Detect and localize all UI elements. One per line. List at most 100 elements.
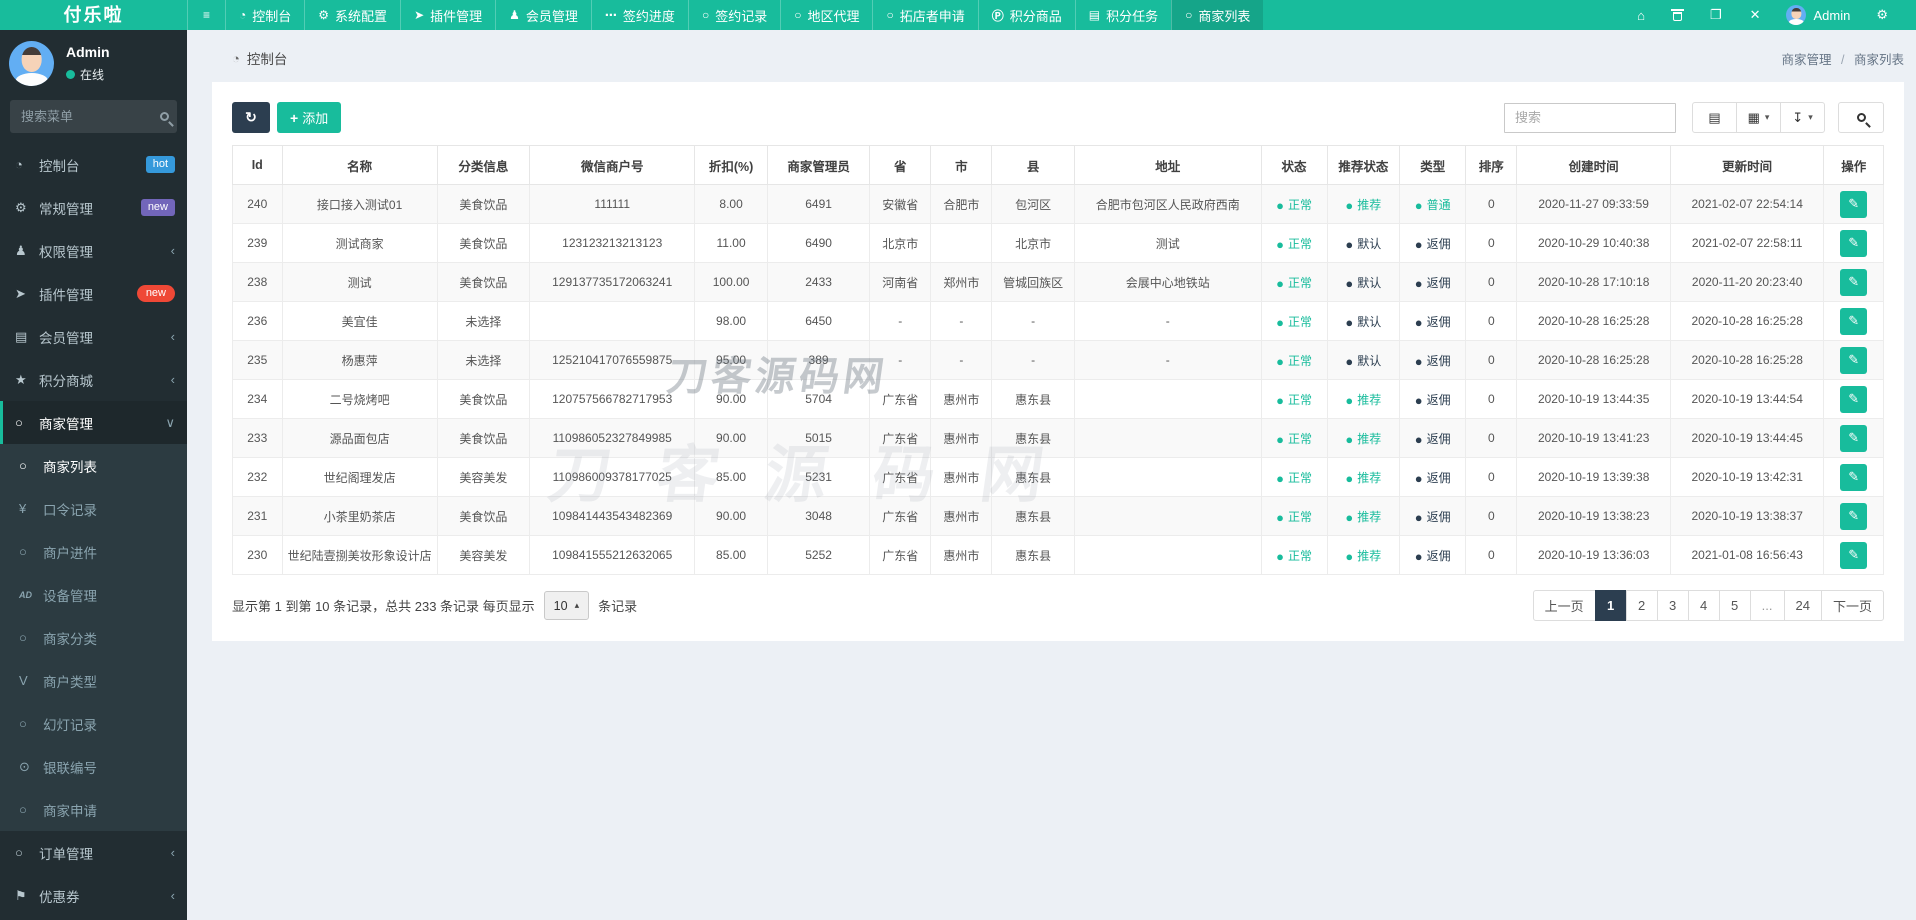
cell-id: 235 bbox=[232, 340, 283, 380]
cell-action: ✎ bbox=[1823, 340, 1884, 380]
page-24[interactable]: 24 bbox=[1783, 590, 1822, 621]
fullscreen-icon[interactable]: ✕ bbox=[1736, 0, 1775, 30]
sidebar-item-label: 常规管理 bbox=[39, 201, 93, 217]
cell-province: 广东省 bbox=[869, 535, 932, 575]
status-label: 正常 bbox=[1287, 431, 1312, 446]
sidebar-item-order[interactable]: ○ 订单管理 ‹ bbox=[0, 831, 187, 874]
search-icon bbox=[1856, 113, 1866, 122]
settings-gears-icon[interactable]: ⚙ bbox=[1862, 0, 1902, 30]
yen-icon: ¥ bbox=[19, 501, 27, 516]
menu-search-button[interactable] bbox=[160, 109, 169, 124]
status-dot-icon: ● bbox=[1345, 314, 1354, 330]
home-icon[interactable]: ⌂ bbox=[1623, 0, 1659, 30]
topnav-item-merchant-list[interactable]: ○ 商家列表 bbox=[1171, 0, 1264, 30]
hamburger-icon: ≡ bbox=[203, 8, 211, 22]
sidebar-item-member[interactable]: ▤ 会员管理 ‹ bbox=[0, 315, 187, 358]
sidebar-item-permission[interactable]: ♟ 权限管理 ‹ bbox=[0, 229, 187, 272]
topnav-item-sign-record[interactable]: ○ 签约记录 bbox=[687, 0, 780, 30]
edit-button[interactable]: ✎ bbox=[1840, 541, 1868, 569]
sidebar-item-plugin[interactable]: ➤ 插件管理 new bbox=[0, 272, 187, 315]
topnav-item-system-config[interactable]: ⚙ 系统配置 bbox=[304, 0, 400, 30]
toolbar-right: ▤ ▦▾ ↧▾ bbox=[1504, 102, 1884, 133]
sidebar-item-merchant[interactable]: ○ 商家管理 ∨ bbox=[0, 401, 187, 444]
cell-discount: 90.00 bbox=[694, 379, 768, 419]
copy-icon[interactable]: ❐ bbox=[1696, 0, 1736, 30]
cell-created_at: 2020-10-19 13:44:35 bbox=[1516, 379, 1671, 419]
detail-view-button[interactable]: ▤ bbox=[1692, 102, 1737, 133]
edit-button[interactable]: ✎ bbox=[1840, 229, 1868, 257]
circle-icon: ○ bbox=[15, 845, 23, 860]
cell-category: 美食饮品 bbox=[436, 184, 531, 224]
status-dot-icon: ● bbox=[1276, 548, 1284, 564]
cell-discount: 85.00 bbox=[694, 457, 768, 497]
topnav-item-label: 签约记录 bbox=[715, 8, 768, 24]
topnav-item-member[interactable]: ♟ 会员管理 bbox=[495, 0, 591, 30]
status-label: 默认 bbox=[1357, 353, 1382, 368]
edit-button[interactable]: ✎ bbox=[1840, 502, 1868, 530]
cell-county: 包河区 bbox=[991, 184, 1075, 224]
sidebar-item-label: 商家管理 bbox=[39, 416, 93, 432]
table-search-input[interactable] bbox=[1504, 102, 1676, 133]
cell-name: 源品面包店 bbox=[281, 418, 438, 458]
sidebar-item-merchant-category[interactable]: ○ 商家分类 bbox=[0, 616, 187, 659]
sidebar-item-merchant-entry[interactable]: ○ 商户进件 bbox=[0, 530, 187, 573]
topnav-item-label: 拓店者申请 bbox=[899, 8, 965, 24]
sidebar-item-merchant-apply[interactable]: ○ 商家申请 bbox=[0, 788, 187, 831]
sidebar-item-merchant-list[interactable]: ○ 商家列表 bbox=[0, 444, 187, 487]
page-1[interactable]: 1 bbox=[1594, 590, 1627, 621]
cell-county: - bbox=[991, 340, 1075, 380]
edit-button[interactable]: ✎ bbox=[1840, 346, 1868, 374]
trash-icon[interactable] bbox=[1659, 0, 1696, 30]
status-dot-icon: ● bbox=[1414, 353, 1423, 369]
page-5[interactable]: 5 bbox=[1718, 590, 1751, 621]
sidebar-item-device[interactable]: AD 设备管理 bbox=[0, 573, 187, 616]
page-next[interactable]: 下一页 bbox=[1820, 590, 1884, 621]
sidebar-item-dashboard[interactable]: ◔ 控制台 hot bbox=[0, 143, 187, 186]
sidebar-item-points-mall[interactable]: ★ 积分商城 ‹ bbox=[0, 358, 187, 401]
sidebar-item-password-record[interactable]: ¥ 口令记录 bbox=[0, 487, 187, 530]
user-menu[interactable]: Admin bbox=[1774, 5, 1862, 25]
columns-button[interactable]: ▦ ▾ bbox=[1736, 102, 1781, 133]
page-4[interactable]: 4 bbox=[1687, 590, 1720, 621]
topnav-item-plugin[interactable]: ➤ 插件管理 bbox=[400, 0, 495, 30]
topnav-item-points-task[interactable]: ▤ 积分任务 bbox=[1074, 0, 1171, 30]
cell-category: 未选择 bbox=[436, 301, 531, 341]
status-label: 正常 bbox=[1287, 353, 1312, 368]
dashboard-icon: ◔ bbox=[232, 50, 240, 66]
cell-city: 郑州市 bbox=[930, 262, 993, 302]
topnav-item-region-agent[interactable]: ○ 地区代理 bbox=[780, 0, 872, 30]
column-header-recommend: 推荐状态 bbox=[1326, 145, 1401, 185]
topnav-item-sign-progress[interactable]: ⋯ 签约进度 bbox=[590, 0, 688, 30]
cell-city: - bbox=[930, 340, 993, 380]
edit-button[interactable]: ✎ bbox=[1840, 307, 1868, 335]
search-button[interactable] bbox=[1838, 102, 1884, 133]
app-logo[interactable]: 付乐啦 bbox=[0, 0, 187, 30]
menu-search-input[interactable] bbox=[10, 100, 177, 133]
page-prev[interactable]: 上一页 bbox=[1532, 590, 1596, 621]
topnav-item-points-goods[interactable]: Ⓟ 积分商品 bbox=[977, 0, 1075, 30]
topnav-item-dashboard[interactable]: ◔ 控制台 bbox=[225, 0, 304, 30]
sidebar-item-general[interactable]: ⚙ 常规管理 new bbox=[0, 186, 187, 229]
edit-button[interactable]: ✎ bbox=[1840, 190, 1868, 218]
edit-button[interactable]: ✎ bbox=[1840, 424, 1868, 452]
page-2[interactable]: 2 bbox=[1625, 590, 1658, 621]
topnav-item-shop-developer-apply[interactable]: ○ 拓店者申请 bbox=[872, 0, 977, 30]
edit-button[interactable]: ✎ bbox=[1840, 268, 1868, 296]
sidebar-toggle-button[interactable]: ≡ bbox=[187, 0, 225, 30]
export-button[interactable]: ↧ ▾ bbox=[1780, 102, 1825, 133]
refresh-button[interactable]: ↻ bbox=[232, 102, 270, 133]
breadcrumb-merchant-list[interactable]: 商家列表 bbox=[1854, 53, 1904, 67]
edit-button[interactable]: ✎ bbox=[1840, 385, 1868, 413]
page-size-dropdown[interactable]: 10 ▴ bbox=[543, 591, 590, 620]
cell-type: ● 返佣 bbox=[1399, 340, 1467, 380]
cell-discount: 11.00 bbox=[694, 223, 768, 263]
edit-button[interactable]: ✎ bbox=[1840, 463, 1868, 491]
page-3[interactable]: 3 bbox=[1656, 590, 1689, 621]
sidebar-item-label: 商家分类 bbox=[43, 631, 97, 647]
add-button[interactable]: + 添加 bbox=[277, 102, 342, 133]
sidebar-item-coupon[interactable]: ⚑ 优惠券 ‹ bbox=[0, 874, 187, 917]
sidebar-item-merchant-type[interactable]: V 商户类型 bbox=[0, 659, 187, 702]
sidebar-item-unionpay-no[interactable]: ⊙ 银联编号 bbox=[0, 745, 187, 788]
breadcrumb-merchant-management[interactable]: 商家管理 bbox=[1782, 53, 1832, 67]
sidebar-item-slide-record[interactable]: ○ 幻灯记录 bbox=[0, 702, 187, 745]
